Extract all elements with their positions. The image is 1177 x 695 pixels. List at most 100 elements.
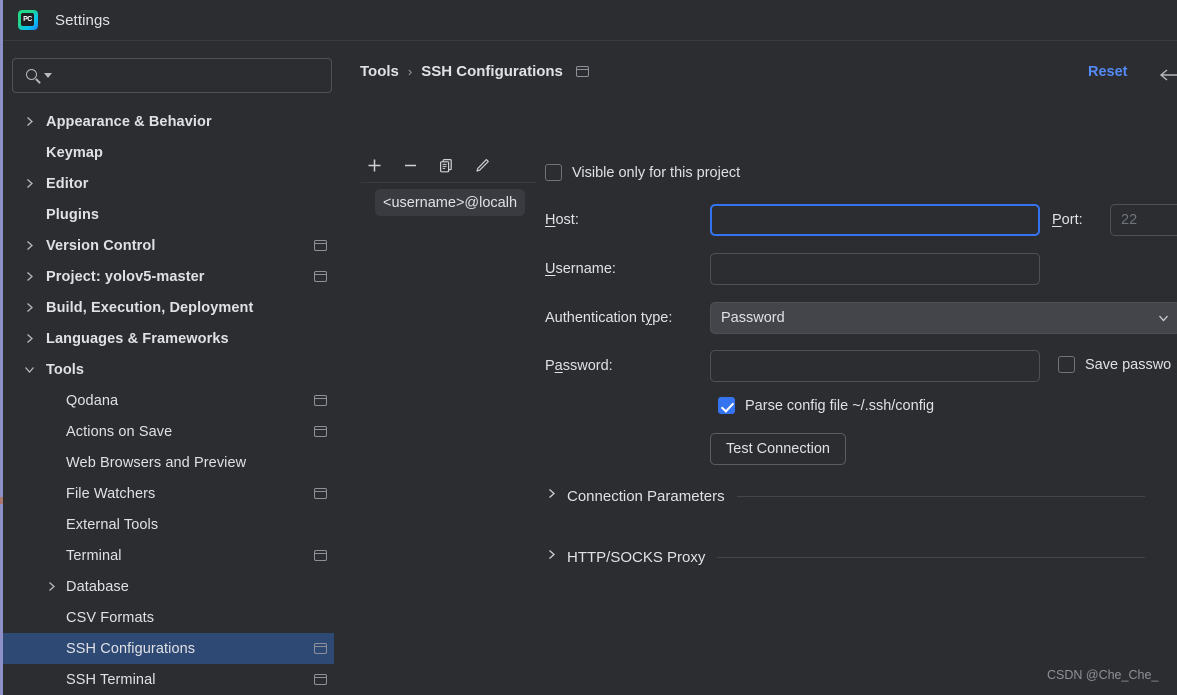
password-label: Password:: [545, 358, 613, 374]
search-box[interactable]: [12, 58, 332, 93]
sidebar-item-label: Web Browsers and Preview: [66, 455, 246, 471]
sidebar-item-label: CSV Formats: [66, 610, 154, 626]
breadcrumb-item-ssh-configurations: SSH Configurations: [421, 63, 563, 80]
chevron-right-icon[interactable]: [23, 301, 37, 315]
sidebar-item-qodana[interactable]: Qodana: [3, 385, 334, 416]
chevron-right-icon[interactable]: [23, 115, 37, 129]
search-icon: [25, 67, 43, 85]
sidebar-item-ssh-configurations[interactable]: SSH Configurations: [3, 633, 334, 664]
sidebar-item-label: Database: [66, 579, 129, 595]
add-button[interactable]: [361, 153, 387, 179]
auth-type-select[interactable]: Password: [710, 302, 1177, 334]
duplicate-button[interactable]: [433, 153, 459, 179]
parse-config-checkbox[interactable]: [718, 397, 735, 414]
sidebar-item-external-tools[interactable]: External Tools: [3, 509, 334, 540]
sidebar-item-label: Appearance & Behavior: [46, 114, 212, 130]
pycharm-icon: PC: [18, 10, 38, 30]
sidebar-item-build-execution-deployment[interactable]: Build, Execution, Deployment: [3, 292, 334, 323]
host-label: Host:: [545, 212, 579, 228]
http-socks-proxy-section[interactable]: HTTP/SOCKS Proxy: [545, 548, 1145, 566]
username-input[interactable]: [710, 253, 1040, 285]
search-field-wrapper: [12, 58, 332, 93]
sidebar-item-label: SSH Configurations: [66, 641, 195, 657]
sidebar-item-label: SSH Terminal: [66, 672, 156, 688]
sidebar-item-ssh-terminal[interactable]: SSH Terminal: [3, 664, 334, 695]
sidebar-item-terminal[interactable]: Terminal: [3, 540, 334, 571]
connection-parameters-section[interactable]: Connection Parameters: [545, 487, 1145, 505]
chevron-right-icon[interactable]: [23, 332, 37, 346]
chevron-right-icon[interactable]: [23, 270, 37, 284]
chevron-right-icon[interactable]: [23, 239, 37, 253]
project-scope-icon: [314, 674, 327, 685]
reset-link[interactable]: Reset: [1088, 64, 1128, 80]
sidebar-item-label: Tools: [46, 362, 84, 378]
section-divider: [737, 496, 1145, 497]
save-password-checkbox[interactable]: [1058, 356, 1075, 373]
settings-tree: Appearance & Behavior Keymap Editor Plugins…: [3, 106, 334, 695]
chevron-right-icon[interactable]: [23, 177, 37, 191]
chevron-right-icon[interactable]: [45, 580, 59, 594]
project-scope-icon: [314, 550, 327, 561]
port-input[interactable]: 22: [1110, 204, 1177, 236]
sidebar-item-appearance-behavior[interactable]: Appearance & Behavior: [3, 106, 334, 137]
sidebar-item-plugins[interactable]: Plugins: [3, 199, 334, 230]
sidebar-item-label: Qodana: [66, 393, 118, 409]
project-scope-icon: [314, 271, 327, 282]
breadcrumb: Tools › SSH Configurations: [360, 63, 589, 80]
section-divider: [717, 557, 1145, 558]
port-placeholder: 22: [1121, 212, 1137, 228]
auth-type-label: Authentication type:: [545, 310, 672, 326]
chevron-down-icon[interactable]: [23, 363, 37, 377]
sidebar-item-database[interactable]: Database: [3, 571, 334, 602]
auth-type-value: Password: [721, 310, 785, 326]
sidebar-item-actions-on-save[interactable]: Actions on Save: [3, 416, 334, 447]
project-scope-icon: [314, 426, 327, 437]
sidebar-item-csv-formats[interactable]: CSV Formats: [3, 602, 334, 633]
sidebar-item-label: Keymap: [46, 145, 103, 161]
sidebar-item-file-watchers[interactable]: File Watchers: [3, 478, 334, 509]
project-scope-icon: [314, 395, 327, 406]
back-arrow-icon[interactable]: [1158, 67, 1177, 83]
watermark: CSDN @Che_Che_: [1047, 668, 1158, 682]
window-title: Settings: [55, 12, 110, 29]
project-scope-icon: [314, 643, 327, 654]
chevron-right-icon: [545, 487, 558, 505]
pycharm-icon-label: PC: [21, 13, 34, 26]
username-label: Username:: [545, 261, 616, 277]
parse-config-row: Parse config file ~/.ssh/config: [718, 397, 934, 414]
save-password-row: Save passwo: [1058, 356, 1171, 373]
sidebar-item-label: Actions on Save: [66, 424, 172, 440]
sidebar-item-keymap[interactable]: Keymap: [3, 137, 334, 168]
sidebar-item-label: Plugins: [46, 207, 99, 223]
sidebar-item-label: Project: yolov5-master: [46, 269, 205, 285]
edit-button[interactable]: [469, 153, 495, 179]
sidebar-item-tools[interactable]: Tools: [3, 354, 334, 385]
sidebar-item-label: Version Control: [46, 238, 155, 254]
remove-button[interactable]: [397, 153, 423, 179]
dropdown-caret-icon[interactable]: [44, 73, 52, 78]
search-input[interactable]: [58, 67, 298, 85]
sidebar-item-version-control[interactable]: Version Control: [3, 230, 334, 261]
visible-only-checkbox[interactable]: [545, 164, 562, 181]
settings-content: Tools › SSH Configurations Reset: [335, 41, 1177, 695]
breadcrumb-separator: ›: [408, 64, 412, 79]
password-input[interactable]: [710, 350, 1040, 382]
host-row: Host: Port: 22: [540, 204, 1177, 253]
breadcrumb-item-tools[interactable]: Tools: [360, 63, 399, 80]
sidebar-item-label: Terminal: [66, 548, 122, 564]
list-item[interactable]: <username>@localh: [375, 189, 525, 216]
test-connection-button[interactable]: Test Connection: [710, 433, 846, 465]
sidebar-item-project-yolov5-master[interactable]: Project: yolov5-master: [3, 261, 334, 292]
host-input[interactable]: [710, 204, 1040, 236]
sidebar-item-label: File Watchers: [66, 486, 155, 502]
parse-config-label: Parse config file ~/.ssh/config: [745, 398, 934, 414]
sidebar-item-label: Editor: [46, 176, 89, 192]
project-scope-icon: [314, 240, 327, 251]
ssh-list-toolbar: [361, 151, 536, 183]
sidebar-item-languages-frameworks[interactable]: Languages & Frameworks: [3, 323, 334, 354]
sidebar-item-editor[interactable]: Editor: [3, 168, 334, 199]
settings-window: PC Settings Appearance & Behavior Keymap E…: [0, 0, 1177, 695]
project-scope-icon: [314, 488, 327, 499]
sidebar-item-web-browsers-and-preview[interactable]: Web Browsers and Preview: [3, 447, 334, 478]
visible-only-row: Visible only for this project: [545, 164, 740, 181]
